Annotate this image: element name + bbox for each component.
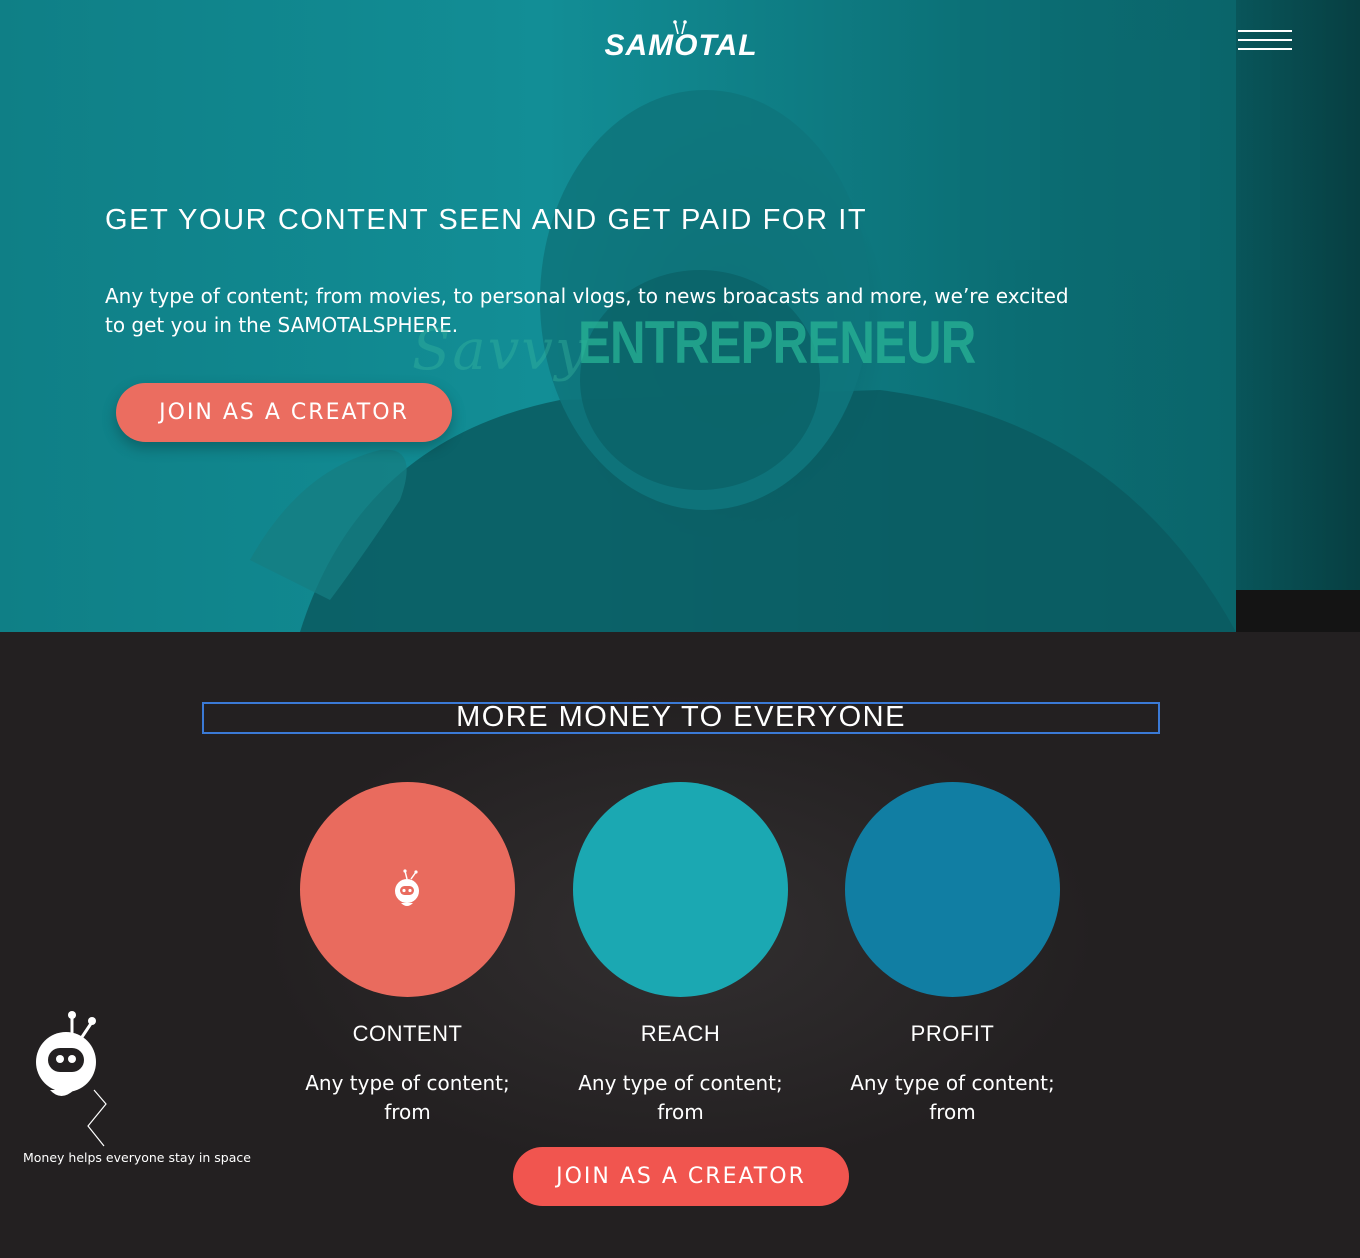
join-as-creator-button[interactable]: JOIN AS A CREATOR [513,1147,849,1206]
reach-circle [573,782,788,997]
feature-text-reach: Any type of content; from [578,1071,783,1124]
watermark-bold: ENTREPRENEUR [578,309,976,376]
logo-antenna-icon [673,20,687,34]
hero-corner-strip [1236,590,1360,632]
content-circle [300,782,515,997]
samotal-logo[interactable]: SAMOTAL [588,20,774,66]
feature-title-profit: PROFIT [910,1021,995,1046]
logo-text: SAMOTAL [604,29,758,62]
hero-shadow-overlay [1236,0,1360,632]
mascot-caption: Money helps everyone stay in space [23,1150,251,1165]
profit-circle [845,782,1060,997]
robot-mascot-icon [36,1011,107,1147]
money-section: MORE MONEY TO EVERYONE CONTENT Any type … [0,632,1360,1258]
savvy-entrepreneur-watermark: Savvy ENTREPRENEUR [412,306,976,386]
watermark-script: Savvy [412,318,589,383]
feature-text-profit: Any type of content; from [850,1071,1055,1124]
hero-heading: GET YOUR CONTENT SEEN AND GET PAID FOR I… [105,204,868,236]
feature-title-content: CONTENT [352,1021,463,1046]
robot-icon [394,868,419,906]
feature-text-content: Any type of content; from [305,1071,510,1124]
feature-title-reach: REACH [640,1021,721,1046]
join-as-creator-button-hero[interactable]: JOIN AS A CREATOR [116,383,452,442]
hamburger-icon[interactable] [1238,30,1292,52]
hero-section: SAMOTAL GET YOUR CONTENT SEEN AND GET PA… [0,0,1360,632]
money-heading: MORE MONEY TO EVERYONE [202,702,1160,734]
